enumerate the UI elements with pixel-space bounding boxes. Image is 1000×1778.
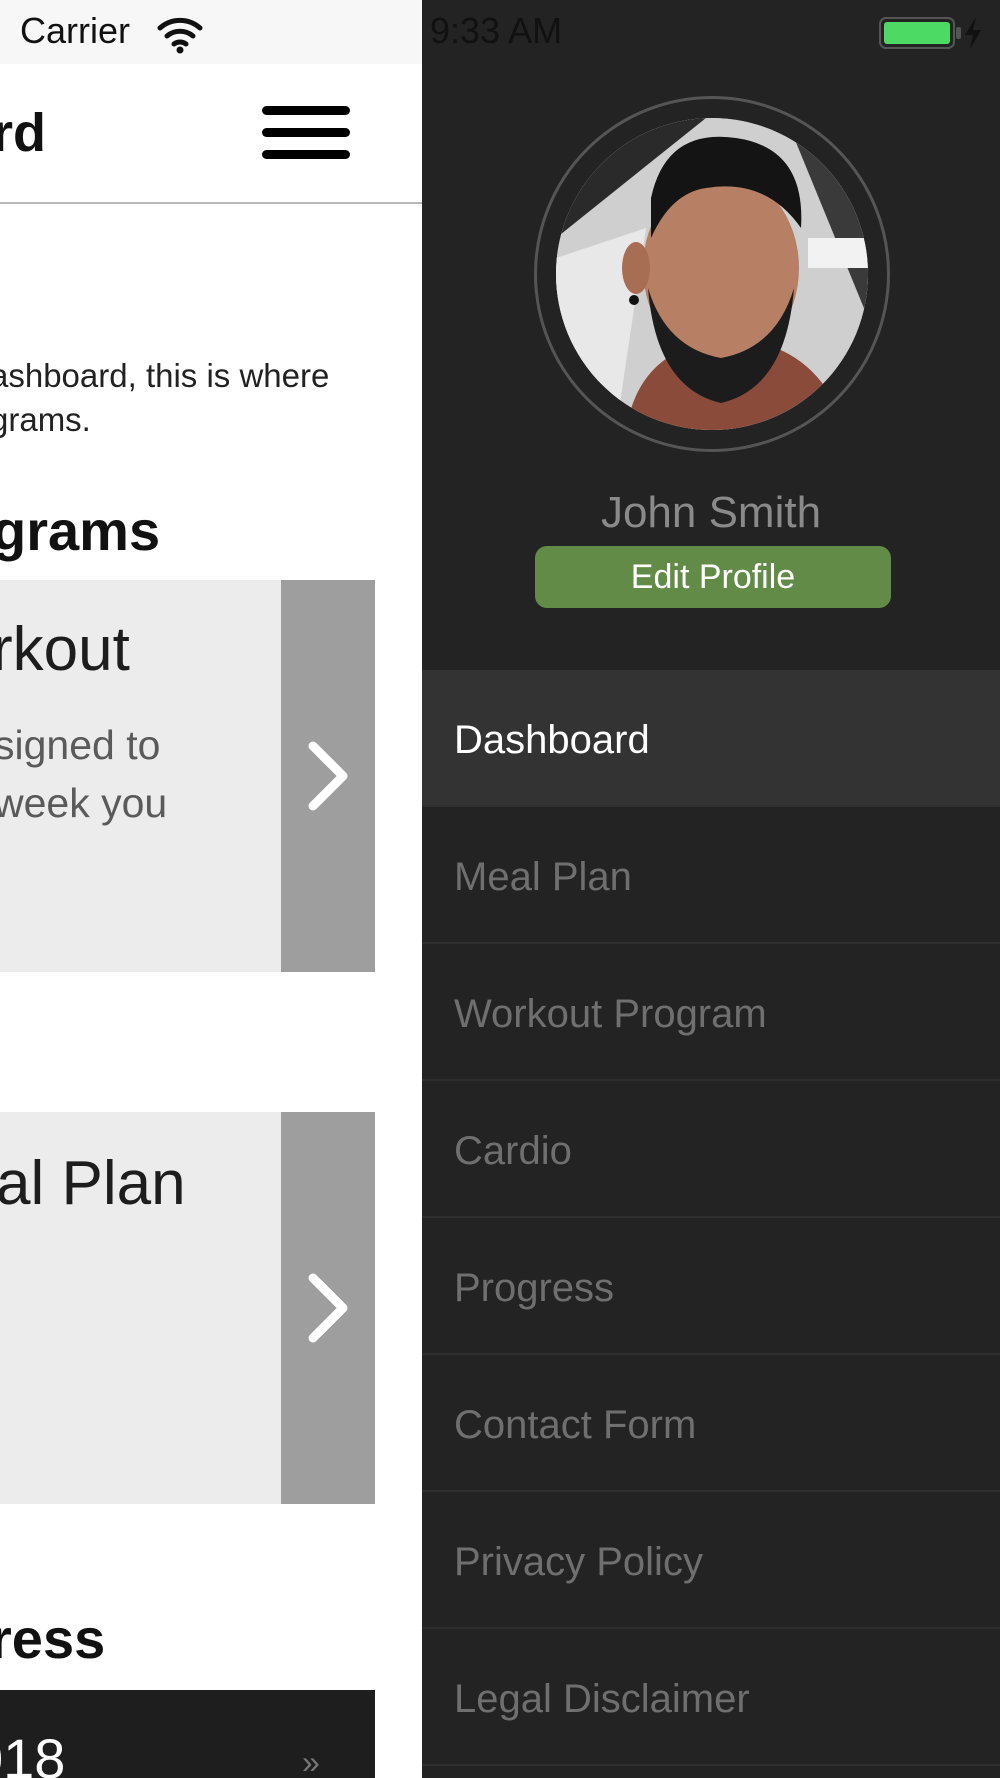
status-time: 9:33 AM (430, 10, 563, 51)
workout-card-desc-line: week you (0, 780, 168, 826)
drawer-item-meal-plan[interactable]: Meal Plan (422, 807, 1000, 944)
side-drawer: 9:33 AM John Smith Edit Profile Dashboar… (422, 0, 1000, 1778)
progress-entry-date: 018 (0, 1727, 66, 1778)
meal-card-title: al Plan (0, 1149, 186, 1218)
drawer-item-cardio[interactable]: Cardio (422, 1081, 1000, 1218)
drawer-item-label: Contact Form (454, 1403, 697, 1447)
edit-profile-button[interactable]: Edit Profile (535, 546, 891, 608)
workout-card-desc-line: signed to (0, 722, 161, 768)
navigation-bar: ard (0, 64, 422, 204)
drawer-item-label: Privacy Policy (454, 1540, 703, 1584)
workout-program-card[interactable]: rkout signed to week you (0, 580, 375, 972)
intro-text: ashboard, this is where grams. (0, 354, 329, 442)
battery-icon (879, 17, 961, 49)
charging-bolt-icon (965, 17, 981, 49)
carrier-label: Carrier (20, 10, 131, 51)
workout-card-arrow-button[interactable] (281, 580, 375, 972)
chevron-right-icon (308, 741, 348, 811)
status-bar-left: Carrier (0, 0, 422, 64)
workout-card-description: signed to week you (0, 716, 167, 832)
intro-line: grams. (0, 401, 91, 438)
intro-line: ashboard, this is where (0, 357, 330, 394)
drawer-item-label: Progress (454, 1266, 615, 1310)
meal-plan-card[interactable]: al Plan (0, 1112, 375, 1504)
workout-card-title: rkout (0, 615, 130, 684)
main-content: Carrier ard ashboard, this is where gram… (0, 0, 422, 1778)
page-title: ard (0, 103, 47, 163)
avatar[interactable] (556, 118, 868, 430)
drawer-item-privacy-policy[interactable]: Privacy Policy (422, 1492, 1000, 1629)
drawer-item-legal-disclaimer[interactable]: Legal Disclaimer (422, 1629, 1000, 1766)
drawer-item-label: Legal Disclaimer (454, 1677, 750, 1721)
wifi-icon (157, 17, 203, 54)
programs-section-title: grams (0, 499, 161, 562)
drawer-item-contact-form[interactable]: Contact Form (422, 1355, 1000, 1492)
drawer-item-dashboard[interactable]: Dashboard (422, 670, 1000, 807)
drawer-item-label: Dashboard (454, 718, 650, 762)
drawer-item-progress[interactable]: Progress (422, 1218, 1000, 1355)
double-chevron-icon: » (302, 1744, 320, 1778)
meal-card-arrow-button[interactable] (281, 1112, 375, 1504)
progress-section-title: ress (0, 1607, 106, 1670)
progress-entry[interactable]: 018 » (0, 1690, 375, 1778)
drawer-item-label: Meal Plan (454, 855, 632, 899)
drawer-menu: Dashboard Meal Plan Workout Program Cardio P… (422, 670, 1000, 1766)
drawer-item-label: Workout Program (454, 992, 767, 1036)
user-name: John Smith (600, 488, 822, 537)
avatar-photo (556, 118, 868, 430)
drawer-item-workout-program[interactable]: Workout Program (422, 944, 1000, 1081)
drawer-item-label: Cardio (454, 1129, 572, 1173)
hamburger-menu-icon[interactable] (258, 96, 354, 168)
chevron-right-icon (308, 1273, 348, 1343)
